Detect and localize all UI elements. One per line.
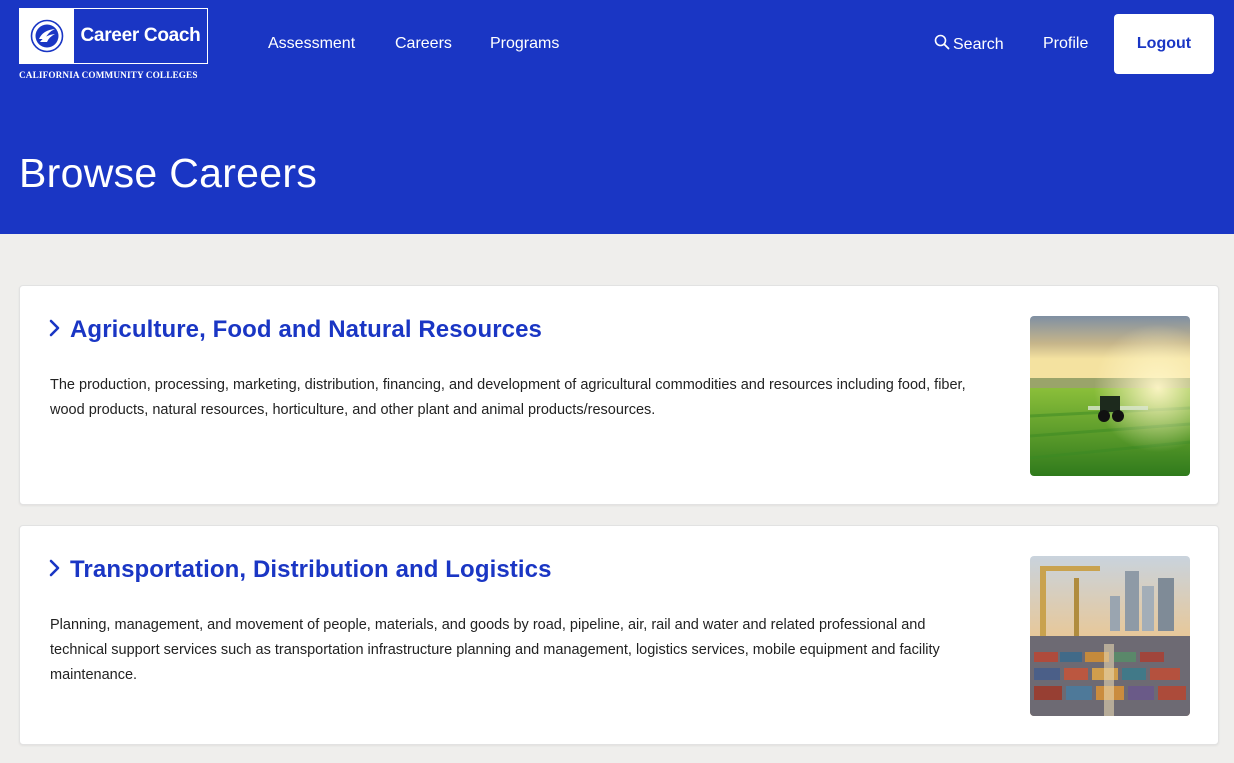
search-icon [934, 34, 950, 56]
logo-subtitle: CALIFORNIA COMMUNITY COLLEGES [19, 70, 198, 80]
agriculture-image [1030, 316, 1190, 476]
page-title: Browse Careers [19, 150, 318, 196]
category-title[interactable]: Transportation, Distribution and Logisti… [70, 556, 552, 584]
transportation-image [1030, 556, 1190, 716]
category-description: The production, processing, marketing, d… [50, 377, 966, 418]
career-category-card[interactable]: Agriculture, Food and Natural Resources … [19, 285, 1219, 505]
nav-search-label: Search [953, 36, 1004, 53]
career-coach-logo[interactable]: Career Coach CALIFORNIA COMMUNITY COLLEG… [19, 8, 208, 80]
site-header: Career Coach CALIFORNIA COMMUNITY COLLEG… [0, 0, 1234, 234]
logo-title: Career Coach [80, 25, 201, 46]
career-category-card[interactable]: Transportation, Distribution and Logisti… [19, 525, 1219, 745]
nav-profile[interactable]: Profile [1043, 34, 1088, 54]
category-header[interactable]: Agriculture, Food and Natural Resources [48, 316, 542, 344]
college-seal-icon [20, 9, 74, 63]
nav-programs[interactable]: Programs [490, 34, 559, 54]
chevron-right-icon [48, 319, 62, 342]
category-header[interactable]: Transportation, Distribution and Logisti… [48, 556, 552, 584]
nav-assessment[interactable]: Assessment [268, 34, 355, 54]
logo-box: Career Coach [19, 8, 208, 64]
category-title[interactable]: Agriculture, Food and Natural Resources [70, 316, 542, 344]
chevron-right-icon [48, 559, 62, 582]
nav-careers[interactable]: Careers [395, 34, 452, 54]
nav-search[interactable]: Search [934, 34, 1004, 56]
logout-button[interactable]: Logout [1114, 14, 1214, 74]
category-description: Planning, management, and movement of pe… [50, 617, 940, 683]
